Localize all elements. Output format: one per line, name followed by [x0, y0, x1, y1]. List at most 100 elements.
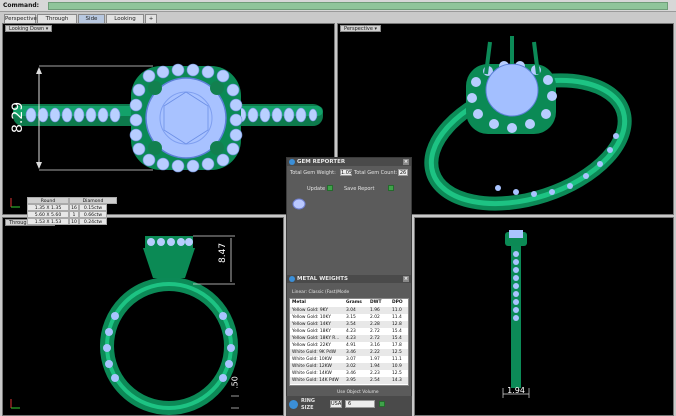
tab-through-finger[interactable]: Through Finger: [37, 14, 77, 30]
table-row[interactable]: White Gold: 14K PdW 3.95 2.54 14.3: [290, 377, 408, 384]
viewport-tabs: Perspective Through Finger Side View Loo…: [0, 13, 676, 30]
total-count-value: 26: [398, 169, 408, 176]
total-weight-label: Total Gem Weight:: [290, 170, 336, 176]
metal-dwt: 1.94: [370, 364, 380, 369]
table-row[interactable]: White Gold: 12KW 3.02 1.94 10.9: [290, 363, 408, 370]
metal-mode-label: Linear: Classic (Fast)Mode: [292, 290, 350, 295]
metal-grams: 3.04: [346, 308, 356, 313]
metal-dwt: 1.96: [370, 308, 380, 313]
viewport-side-view[interactable]: 1.94: [414, 217, 674, 416]
close-icon[interactable]: ×: [403, 276, 409, 282]
table-row[interactable]: White Gold: 9K PdW 3.46 2.22 12.5: [290, 349, 408, 356]
metal-name: Yellow Gold: 22KY: [292, 343, 331, 348]
close-icon[interactable]: ×: [403, 159, 409, 165]
dwt-header: DWT: [370, 300, 382, 305]
gem-table-header-shape: Round: [27, 197, 69, 204]
total-count-label: Total Gem Count:: [354, 170, 398, 176]
metal-name: Yellow Gold: 18KY R...: [292, 336, 340, 341]
table-row[interactable]: Yellow Gold: 10KY 3.15 2.02 11.4: [290, 314, 408, 321]
update-label[interactable]: Update: [307, 186, 325, 192]
metal-grams: 3.07: [346, 357, 356, 362]
metal-dwt: 3.16: [370, 343, 380, 348]
table-row[interactable]: Yellow Gold: 18KY R... 4.23 2.72 15.4: [290, 335, 408, 342]
metal-dpo: 15.4: [392, 329, 402, 334]
metal-dpo: 12.8: [392, 322, 402, 327]
tab-perspective[interactable]: Perspective: [4, 14, 37, 23]
axis-icon: [10, 399, 20, 409]
save-report-button[interactable]: [388, 185, 394, 191]
metal-grams: 3.54: [346, 322, 356, 327]
metal-dpo: 17.8: [392, 343, 402, 348]
gem-size: 1.53 X 1.53: [27, 218, 69, 225]
metal-dpo: 10.9: [392, 364, 402, 369]
gem-weight: 0.66ctw: [79, 211, 107, 218]
table-row[interactable]: White Gold: 10KW 3.07 1.97 11.1: [290, 356, 408, 363]
metal-dwt: 1.97: [370, 357, 380, 362]
gem-count: 10: [69, 218, 79, 225]
ring-size-panel: RING SIZE USA 6: [286, 396, 412, 416]
table-row[interactable]: White Gold: 14KW 3.46 2.23 12.5: [290, 370, 408, 377]
metal-name: Yellow Gold: 14KY: [292, 322, 331, 327]
table-row[interactable]: 1.53 X 1.53 10 0.24ctw: [27, 218, 117, 225]
gem-weight: 0.15ctw: [79, 204, 107, 211]
total-weight-value: 1.05: [340, 169, 353, 176]
metal-grams: 4.23: [346, 336, 356, 341]
save-report-label[interactable]: Save Report: [344, 186, 374, 192]
viewport-through-finger[interactable]: Through Finger ▾ 8.47 .50: [2, 217, 284, 416]
command-input[interactable]: [48, 2, 668, 10]
metal-grams: 3.02: [346, 364, 356, 369]
metal-dwt: 2.72: [370, 329, 380, 334]
dimension-shank-width: 1.94: [507, 386, 525, 395]
round-gem-icon: [292, 198, 306, 210]
update-button[interactable]: [327, 185, 333, 191]
grams-header: Grams: [346, 300, 362, 305]
tab-looking-down[interactable]: Looking Down: [106, 14, 144, 30]
ring-icon: [289, 400, 298, 409]
metal-name: Yellow Gold: 10KY: [292, 315, 331, 320]
gem-count: 1: [69, 211, 79, 218]
metal-dpo: 15.4: [392, 336, 402, 341]
table-row[interactable]: 5.60 X 5.60 1 0.66ctw: [27, 211, 117, 218]
gem-count: 16: [69, 204, 79, 211]
metal-grams: 4.91: [346, 343, 356, 348]
metal-name: White Gold: 10KW: [292, 357, 332, 362]
apply-size-button[interactable]: [379, 401, 385, 407]
metal-dpo: 11.0: [392, 308, 402, 313]
metal-grams: 3.95: [346, 378, 356, 383]
table-row[interactable]: Yellow Gold: 18KY 4.23 2.72 15.4: [290, 328, 408, 335]
table-row[interactable]: Yellow Gold: 9KY 3.04 1.96 11.0: [290, 307, 408, 314]
metal-dpo: 11.1: [392, 357, 402, 362]
dimension-head-height: 8.47: [218, 242, 228, 263]
metal-dpo: 11.4: [392, 315, 402, 320]
ring-size-select[interactable]: 6: [345, 400, 375, 408]
metal-grams: 3.46: [346, 350, 356, 355]
table-row[interactable]: Yellow Gold: 14KY 3.54 2.28 12.8: [290, 321, 408, 328]
ring-side-view: [502, 230, 530, 398]
metal-grams: 4.23: [346, 329, 356, 334]
tab-side-view[interactable]: Side View: [78, 14, 105, 30]
metal-name: Yellow Gold: 18KY: [292, 329, 331, 334]
gem-weight: 0.24ctw: [79, 218, 107, 225]
gem-size: 5.60 X 5.60: [27, 211, 69, 218]
metal-dwt: 2.02: [370, 315, 380, 320]
metal-weights-header: METAL WEIGHTS ×: [287, 275, 411, 283]
add-tab-button[interactable]: +: [145, 14, 157, 23]
command-bar: Command:: [0, 0, 676, 12]
metal-icon: [289, 276, 295, 282]
size-system-select[interactable]: USA: [330, 400, 342, 408]
command-label: Command:: [3, 2, 40, 9]
metal-dwt: 2.23: [370, 371, 380, 376]
metal-dpo: 14.3: [392, 378, 402, 383]
gem-reporter-title: GEM REPORTER: [297, 159, 346, 165]
metal-weights-table: Metal Grams DWT DPO Yellow Gold: 9KY 3.04…: [289, 298, 409, 386]
ring-front-view: [100, 235, 239, 415]
axis-icon: [10, 198, 20, 208]
gem-table-header-type: Diamond: [69, 197, 117, 204]
metal-dpo: 12.5: [392, 371, 402, 376]
metal-header: Metal: [292, 300, 306, 305]
metal-name: White Gold: 14K PdW: [292, 378, 339, 383]
metal-grams: 3.46: [346, 371, 356, 376]
table-row[interactable]: 1.35 X 1.35 16 0.15ctw: [27, 204, 117, 211]
table-row[interactable]: Yellow Gold: 22KY 4.91 3.16 17.8: [290, 342, 408, 349]
metal-name: White Gold: 12KW: [292, 364, 332, 369]
